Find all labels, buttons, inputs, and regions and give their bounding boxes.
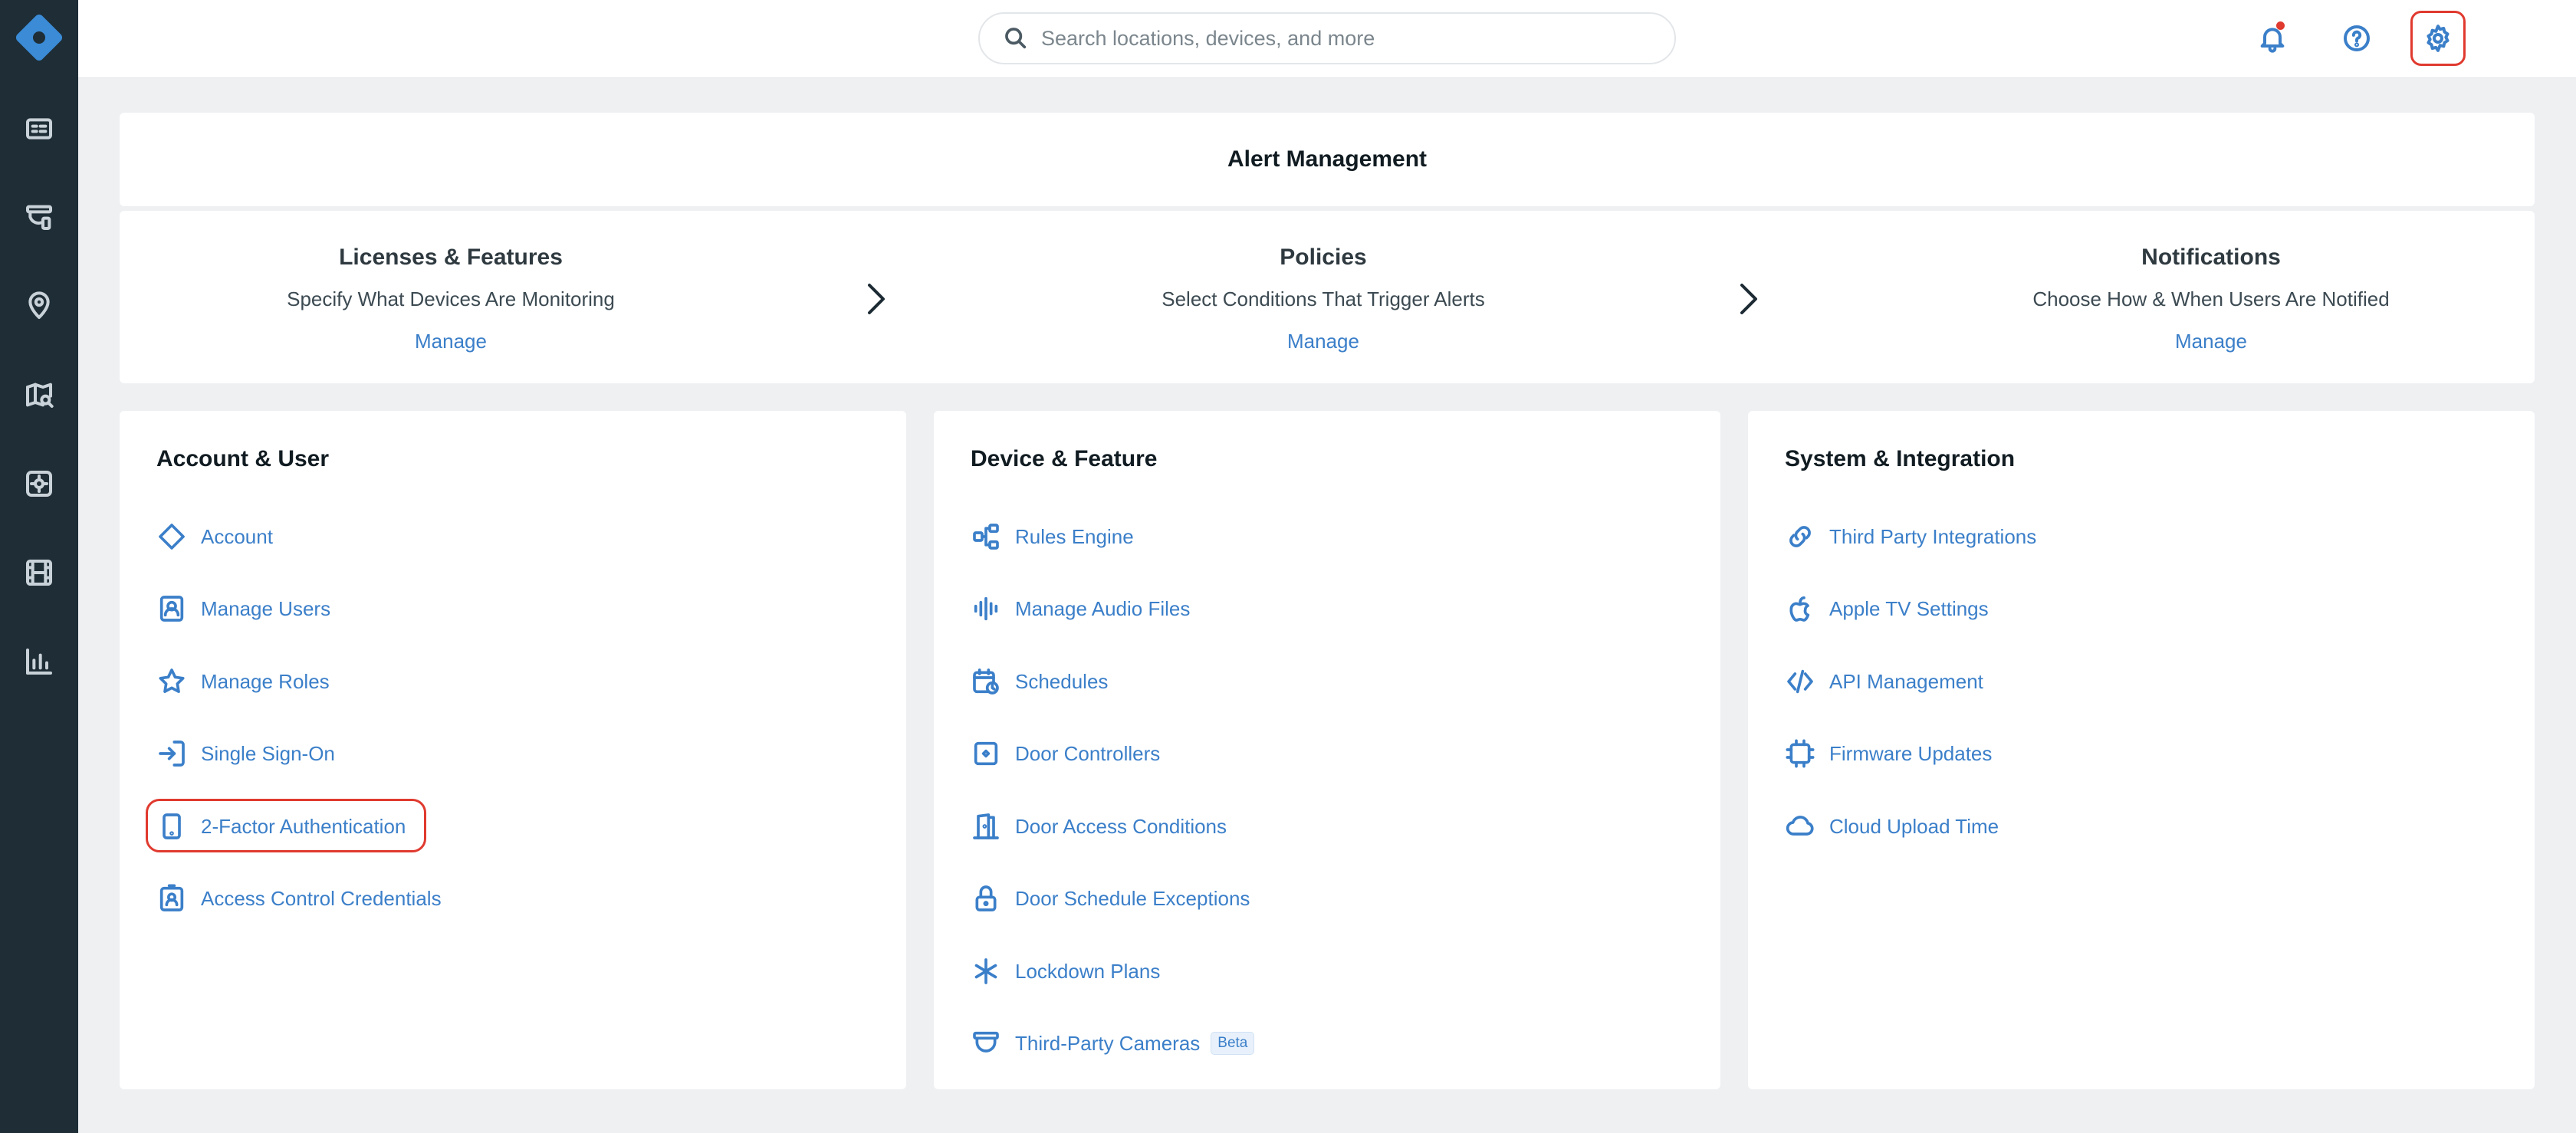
section-title: Device & Feature xyxy=(971,446,1158,471)
link-chain-icon xyxy=(1789,526,1811,547)
link-label: Third-Party Cameras xyxy=(1015,1031,1201,1055)
audio-wave-icon xyxy=(974,596,998,621)
single-sign-on-link[interactable]: Single Sign-On xyxy=(156,731,335,777)
step-licenses: Licenses & Features Specify What Devices… xyxy=(182,245,719,353)
link-label: Manage Users xyxy=(201,596,331,620)
section-system-integration: System & Integration Third Party Integra… xyxy=(1748,411,2535,1089)
link-label: Apple TV Settings xyxy=(1829,596,1989,620)
link-label: Third Party Integrations xyxy=(1829,524,2037,548)
search-icon xyxy=(1005,28,1027,49)
rules-flow-icon xyxy=(973,524,999,550)
link-label: Firmware Updates xyxy=(1829,741,1993,765)
sidebar xyxy=(0,0,78,1133)
alert-management-header: Alert Management xyxy=(120,113,2535,206)
third-party-integrations-link[interactable]: Third Party Integrations xyxy=(1785,514,2036,560)
step-title: Notifications xyxy=(2141,245,2281,270)
tablet-icon xyxy=(163,813,181,839)
star-icon xyxy=(159,668,185,693)
help-icon[interactable] xyxy=(2334,15,2380,61)
section-account-user: Account & User Account Manage Users Mana… xyxy=(120,411,906,1089)
search-bar[interactable] xyxy=(978,12,1676,64)
manage-audio-files-link[interactable]: Manage Audio Files xyxy=(971,586,1190,632)
code-icon xyxy=(1787,669,1813,694)
rules-engine-link[interactable]: Rules Engine xyxy=(971,514,1134,560)
video-archive-icon[interactable] xyxy=(20,553,58,592)
access-control-icon[interactable] xyxy=(20,465,58,503)
cloud-upload-time-link[interactable]: Cloud Upload Time xyxy=(1785,803,1999,849)
link-label: Account xyxy=(201,524,273,548)
door-access-conditions-link[interactable]: Door Access Conditions xyxy=(971,803,1227,849)
link-label: Access Control Credentials xyxy=(201,886,442,910)
manage-policies-link[interactable]: Manage xyxy=(1287,330,1359,353)
apple-icon xyxy=(1789,596,1810,622)
search-input[interactable] xyxy=(1041,26,1639,51)
lockdown-plans-link[interactable]: Lockdown Plans xyxy=(971,948,1160,994)
dome-camera-icon xyxy=(973,1031,999,1053)
link-label: Door Access Conditions xyxy=(1015,814,1227,838)
asterisk-icon xyxy=(974,958,997,984)
link-label: Manage Roles xyxy=(201,669,330,693)
link-label: Door Schedule Exceptions xyxy=(1015,886,1250,910)
link-label: Cloud Upload Time xyxy=(1829,814,1999,838)
manage-notifications-link[interactable]: Manage xyxy=(2175,330,2247,353)
section-title: System & Integration xyxy=(1785,446,2016,471)
access-control-credentials-link[interactable]: Access Control Credentials xyxy=(156,875,442,921)
section-title: Account & User xyxy=(156,446,330,471)
account-link[interactable]: Account xyxy=(156,514,273,560)
cloud-icon xyxy=(1786,816,1814,836)
door-icon xyxy=(973,813,999,839)
page-title: Alert Management xyxy=(1227,146,1428,172)
step-title: Licenses & Features xyxy=(339,245,563,270)
beta-badge: Beta xyxy=(1211,1032,1255,1055)
section-device-feature: Device & Feature Rules Engine Manage Aud… xyxy=(934,411,1720,1089)
api-management-link[interactable]: API Management xyxy=(1785,658,1983,704)
link-label: API Management xyxy=(1829,669,1983,693)
third-party-cameras-link[interactable]: Third-Party Cameras Beta xyxy=(971,1020,1255,1066)
top-bar: EV xyxy=(78,0,2576,78)
apple-tv-settings-link[interactable]: Apple TV Settings xyxy=(1785,586,1989,632)
map-search-icon[interactable] xyxy=(20,376,58,414)
link-label: Rules Engine xyxy=(1015,524,1134,548)
lock-icon xyxy=(975,885,997,911)
step-title: Policies xyxy=(1280,245,1367,270)
app-logo[interactable] xyxy=(13,11,65,64)
two-factor-auth-link[interactable]: 2-Factor Authentication xyxy=(146,799,426,852)
chip-icon xyxy=(1786,739,1815,768)
step-description: Specify What Devices Are Monitoring xyxy=(287,287,615,310)
link-label: 2-Factor Authentication xyxy=(201,814,406,838)
alert-steps: Licenses & Features Specify What Devices… xyxy=(120,211,2535,383)
analytics-chart-icon[interactable] xyxy=(20,642,58,681)
sign-in-icon xyxy=(159,741,185,767)
calendar-clock-icon xyxy=(973,668,999,695)
manage-users-link[interactable]: Manage Users xyxy=(156,586,330,632)
door-controllers-link[interactable]: Door Controllers xyxy=(971,731,1160,777)
chevron-right-icon xyxy=(857,276,895,322)
link-label: Door Controllers xyxy=(1015,741,1161,765)
user-badge-icon xyxy=(159,596,184,622)
dashboard-icon[interactable] xyxy=(20,110,58,148)
link-label: Lockdown Plans xyxy=(1015,959,1161,983)
id-badge-icon xyxy=(159,884,184,911)
settings-gear-icon[interactable] xyxy=(2410,11,2466,66)
step-policies: Policies Select Conditions That Trigger … xyxy=(1055,245,1592,353)
link-label: Manage Audio Files xyxy=(1015,596,1191,620)
link-label: Single Sign-On xyxy=(201,741,335,765)
firmware-updates-link[interactable]: Firmware Updates xyxy=(1785,731,1992,777)
diamond-icon xyxy=(159,524,185,550)
location-pin-icon[interactable] xyxy=(20,287,58,325)
notification-dot xyxy=(2276,21,2285,30)
notifications-bell-icon[interactable] xyxy=(2249,15,2295,61)
schedules-link[interactable]: Schedules xyxy=(971,658,1108,704)
manage-licenses-link[interactable]: Manage xyxy=(415,330,487,353)
door-schedule-exceptions-link[interactable]: Door Schedule Exceptions xyxy=(971,875,1250,921)
door-controller-icon xyxy=(974,741,998,766)
manage-roles-link[interactable]: Manage Roles xyxy=(156,658,330,704)
step-description: Choose How & When Users Are Notified xyxy=(2032,287,2390,310)
chevron-right-icon xyxy=(1730,276,1768,322)
step-notifications: Notifications Choose How & When Users Ar… xyxy=(1943,245,2479,353)
camera-devices-icon[interactable] xyxy=(20,198,58,236)
step-description: Select Conditions That Trigger Alerts xyxy=(1162,287,1485,310)
link-label: Schedules xyxy=(1015,669,1109,693)
